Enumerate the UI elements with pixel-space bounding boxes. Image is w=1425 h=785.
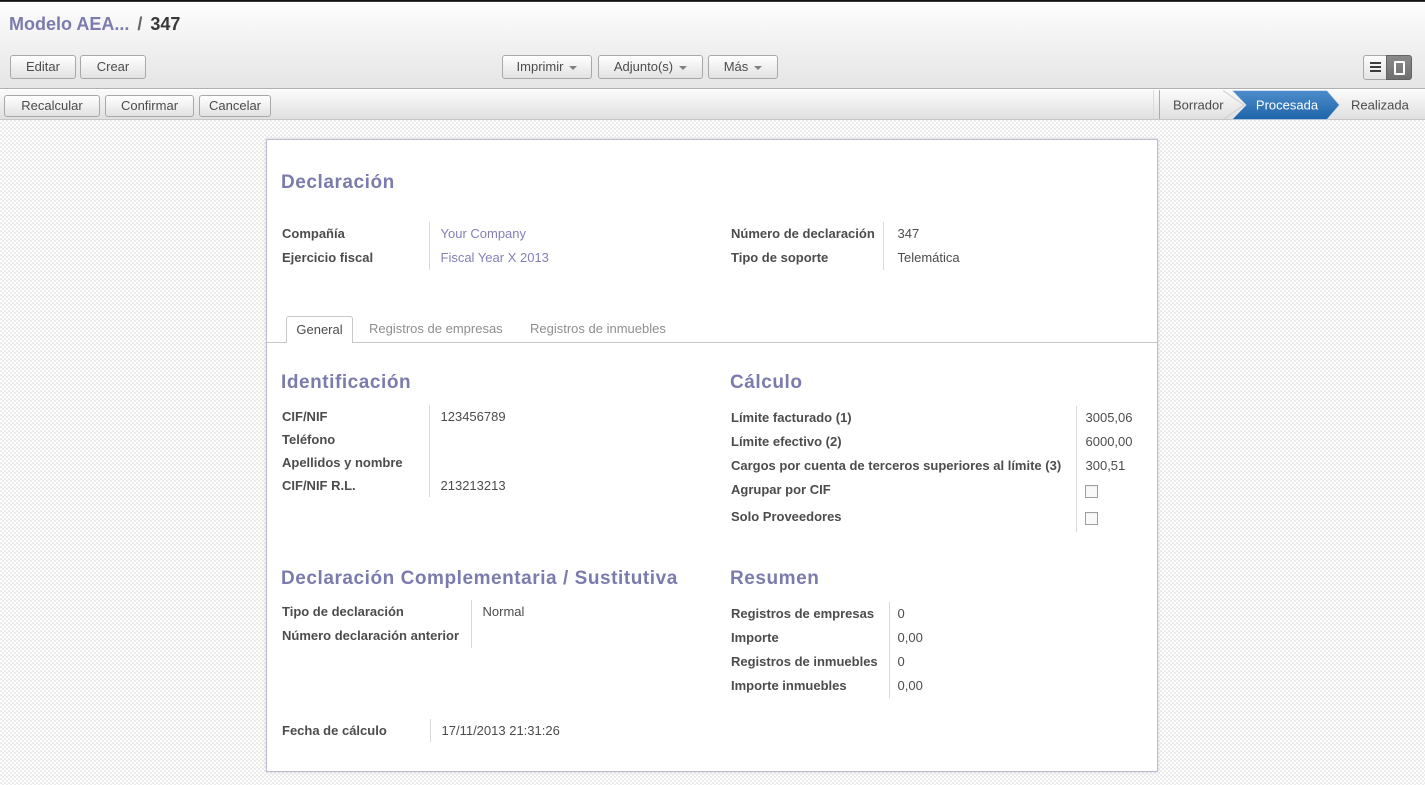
- svg-text:Borrador: Borrador: [1173, 98, 1224, 113]
- svg-text:Realizada: Realizada: [1351, 98, 1410, 113]
- svg-text:Procesada: Procesada: [1256, 98, 1319, 113]
